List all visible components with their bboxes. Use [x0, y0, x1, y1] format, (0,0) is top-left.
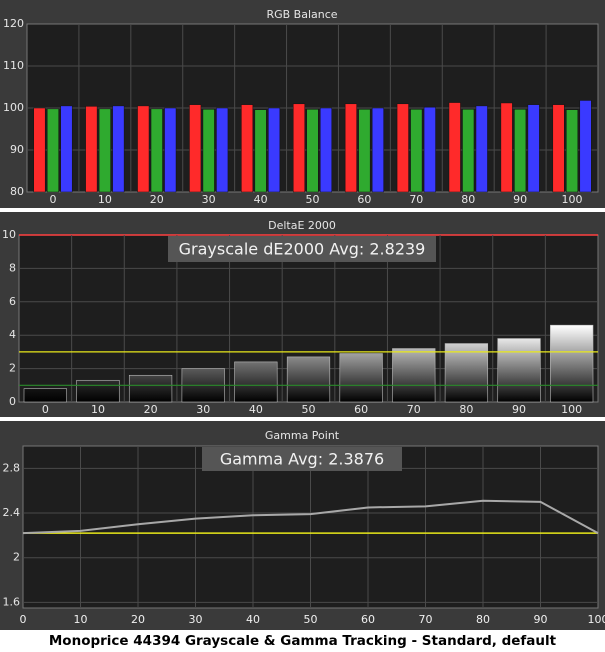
rgb-y-tick-label: 90 [10, 143, 24, 156]
rgb-bar-red [85, 106, 98, 193]
chart-title-1: RGB Balance [266, 8, 337, 21]
chart-title-3: Gamma Point [265, 429, 340, 442]
rgb-x-tick-label: 20 [150, 193, 164, 206]
gamma-x-tick-label: 20 [131, 613, 145, 626]
de-x-tick-label: 50 [302, 403, 316, 416]
rgb-bar-red [33, 107, 46, 193]
rgb-bar-blue [112, 105, 125, 193]
de-x-tick-label: 70 [407, 403, 421, 416]
de-y-tick-label: 4 [9, 328, 16, 341]
rgb-y-tick-label: 120 [3, 17, 24, 30]
rgb-bar-blue [268, 107, 281, 193]
de-y-tick-label: 0 [9, 395, 16, 408]
de-y-tick-label: 2 [9, 362, 16, 375]
rgb-x-tick-label: 80 [461, 193, 475, 206]
gamma-x-tick-label: 40 [246, 613, 260, 626]
rgb-bar-blue [216, 107, 229, 193]
gamma-y-tick-label: 1.6 [3, 595, 21, 608]
rgb-x-tick-label: 40 [254, 193, 268, 206]
gamma-x-tick-label: 10 [74, 613, 88, 626]
rgb-bar-green [98, 108, 111, 193]
rgb-x-tick-label: 90 [513, 193, 527, 206]
gamma-x-tick-label: 100 [588, 613, 605, 626]
rgb-bar-blue [164, 107, 177, 193]
rgb-bar-blue [527, 104, 540, 193]
de-x-tick-label: 90 [512, 403, 526, 416]
de-bar [128, 374, 173, 403]
rgb-bar-red [500, 102, 513, 193]
gamma-y-tick-label: 2.8 [3, 461, 21, 474]
rgb-bar-blue [371, 107, 384, 193]
rgb-bar-red [241, 104, 254, 193]
gamma-x-tick-label: 80 [476, 613, 490, 626]
de-bar [550, 324, 594, 403]
rgb-bar-green [514, 109, 527, 193]
de-bar [339, 353, 383, 403]
gamma-x-tick-label: 0 [20, 613, 27, 626]
rgb-bar-red [448, 102, 461, 193]
gamma-x-tick-label: 50 [304, 613, 318, 626]
rgb-bar-green [46, 108, 59, 193]
gamma-y-tick-label: 2.4 [3, 506, 21, 519]
de-x-tick-label: 80 [459, 403, 473, 416]
rgb-bar-red [137, 105, 150, 193]
rgb-bar-red [189, 104, 202, 193]
gamma-x-tick-label: 60 [361, 613, 375, 626]
rgb-bar-red [396, 103, 409, 193]
de-y-tick-label: 6 [9, 295, 16, 308]
de-bar [392, 348, 436, 403]
rgb-bar-red [344, 103, 357, 193]
de-average-annotation: Grayscale dE2000 Avg: 2.8239 [179, 240, 426, 259]
rgb-x-tick-label: 30 [202, 193, 216, 206]
rgb-bar-blue [475, 105, 488, 193]
rgb-bar-blue [579, 100, 592, 193]
gamma-average-annotation: Gamma Avg: 2.3876 [220, 450, 384, 469]
de-x-tick-label: 10 [91, 403, 105, 416]
rgb-bar-red [293, 103, 305, 193]
de-y-tick-label: 10 [2, 228, 16, 241]
rgb-y-tick-label: 110 [3, 59, 24, 72]
de-x-tick-label: 100 [561, 403, 582, 416]
rgb-bar-green [150, 108, 163, 193]
rgb-x-tick-label: 100 [562, 193, 583, 206]
rgb-bar-blue [320, 107, 332, 193]
de-x-tick-label: 0 [42, 403, 49, 416]
de-bar [497, 338, 541, 403]
rgb-bar-green [306, 109, 319, 193]
gamma-x-tick-label: 30 [189, 613, 203, 626]
rgb-bar-blue [423, 106, 436, 193]
chart-title-2: DeltaE 2000 [268, 219, 336, 232]
de-bar [234, 361, 278, 403]
figure-caption: Monoprice 44394 Grayscale & Gamma Tracki… [0, 630, 605, 652]
calibration-report: RGB Balance DeltaE 2000 Gamma Point 80 90 100… [0, 0, 605, 652]
gamma-x-tick-label: 70 [419, 613, 433, 626]
de-x-tick-label: 20 [144, 403, 158, 416]
de-x-tick-label: 30 [196, 403, 210, 416]
rgb-x-tick-label: 50 [306, 193, 320, 206]
rgb-bar-green [358, 109, 371, 193]
rgb-x-tick-label: 70 [409, 193, 423, 206]
charts-canvas: RGB BalanceDeltaE 2000Gamma Point8090100… [0, 0, 605, 630]
de-bar [23, 388, 67, 403]
rgb-bar-green [254, 109, 267, 193]
de-bar [76, 379, 120, 403]
rgb-bar-green [462, 109, 475, 193]
rgb-x-tick-label: 0 [49, 193, 56, 206]
rgb-x-tick-label: 60 [357, 193, 371, 206]
de-x-tick-label: 60 [354, 403, 368, 416]
rgb-x-tick-label: 10 [98, 193, 112, 206]
gamma-y-tick-label: 2 [13, 551, 20, 564]
gamma-x-tick-label: 90 [534, 613, 548, 626]
rgb-bar-green [566, 109, 579, 193]
de-y-tick-label: 8 [9, 261, 16, 274]
rgb-bar-red [552, 104, 565, 193]
rgb-y-tick-label: 80 [10, 185, 24, 198]
rgb-bar-green [410, 109, 423, 193]
rgb-bar-green [202, 109, 215, 193]
rgb-bar-blue [60, 105, 73, 193]
de-x-tick-label: 40 [249, 403, 263, 416]
rgb-y-tick-label: 100 [3, 101, 24, 114]
de-bar [286, 356, 331, 403]
